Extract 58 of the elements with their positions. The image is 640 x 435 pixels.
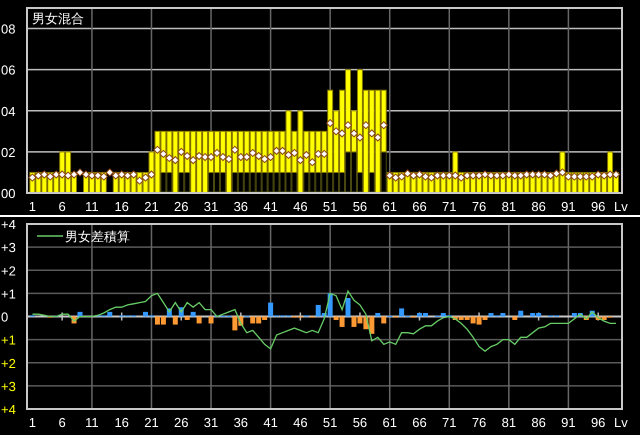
- axis-label: 31: [204, 199, 218, 214]
- axis-label: 16: [114, 199, 129, 214]
- axis-label: 11: [85, 415, 99, 430]
- axis-label: 36: [234, 415, 248, 430]
- axis-label: 71: [442, 199, 456, 214]
- axis-label: 86: [531, 415, 546, 430]
- axis-label: 96: [590, 199, 606, 214]
- axis-label: 16: [114, 415, 129, 430]
- axis-label: 51: [322, 199, 338, 214]
- axis-label: 71: [442, 415, 456, 430]
- axis-title: Lv: [614, 199, 628, 214]
- axis-label: +1: [1, 332, 16, 348]
- axis-label: +1: [1, 286, 16, 302]
- axis-label: 66: [412, 199, 427, 214]
- axis-label: 08: [1, 22, 16, 37]
- axis-label: 6: [58, 199, 66, 214]
- axis-label: 66: [412, 415, 427, 430]
- axis-label: +4: [1, 402, 16, 417]
- axis-label: 26: [174, 415, 188, 430]
- axis-label: 96: [590, 415, 606, 430]
- axis-label: 1: [28, 415, 36, 430]
- axis-label: 6: [58, 415, 66, 430]
- axis-label: 41: [263, 199, 278, 214]
- legend-label: 男女差積算: [65, 229, 130, 244]
- axis-label: 76: [472, 199, 486, 214]
- axis-label: 76: [472, 415, 486, 430]
- axis-label: 81: [502, 199, 516, 214]
- axis-label: +3: [1, 240, 16, 256]
- axis-label: 41: [263, 415, 278, 430]
- axis-label: 61: [382, 415, 397, 430]
- chart-title: 男女混合: [32, 11, 84, 26]
- axis-label: 26: [174, 199, 188, 214]
- axis-label: 0: [1, 310, 8, 324]
- axis-title: Lv: [614, 415, 628, 430]
- axis-label: 51: [322, 415, 338, 430]
- axis-label: 04: [1, 104, 16, 119]
- axis-label: 86: [531, 199, 546, 214]
- axis-label: 21: [144, 415, 159, 430]
- axis-label: 06: [1, 62, 16, 78]
- axis-label: 91: [561, 415, 576, 430]
- axis-label: +4: [1, 217, 16, 232]
- axis-label: 21: [144, 199, 159, 214]
- axis-label: 61: [382, 199, 397, 214]
- axis-label: 1: [28, 199, 36, 214]
- axis-label: 00: [1, 186, 16, 201]
- axis-label: +2: [1, 356, 16, 371]
- axis-label: 46: [293, 415, 308, 430]
- axis-label: 81: [502, 415, 516, 430]
- axis-label: 56: [352, 199, 368, 214]
- axis-label: +3: [1, 378, 16, 394]
- axis-label: 91: [561, 199, 576, 214]
- axis-label: 31: [204, 415, 218, 430]
- axis-label: 36: [234, 199, 248, 214]
- axis-label: +2: [1, 263, 16, 278]
- axis-label: 46: [293, 199, 308, 214]
- axis-label: 11: [85, 199, 99, 214]
- axis-label: 02: [1, 144, 16, 160]
- axis-label: 56: [352, 415, 368, 430]
